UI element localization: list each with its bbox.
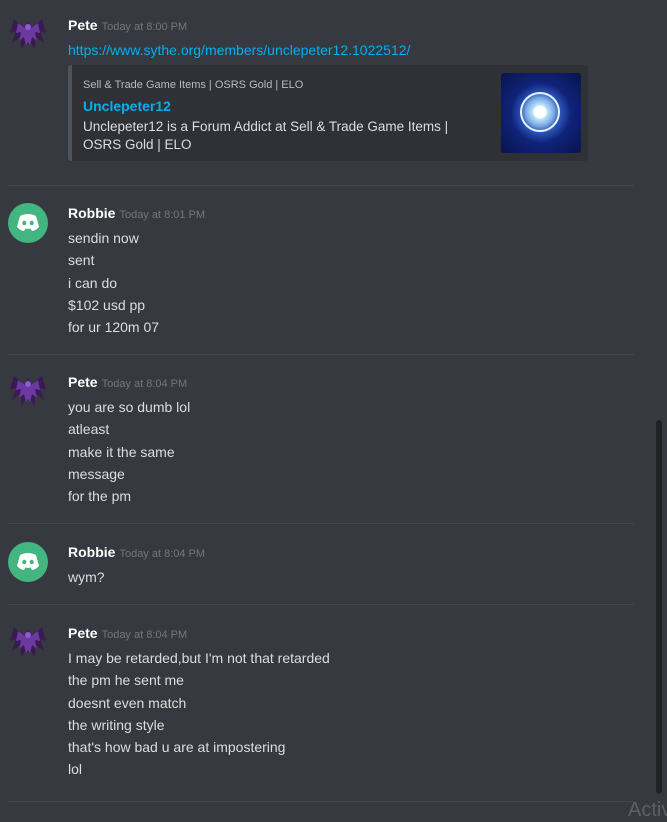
- message-header: Pete Today at 8:04 PM: [68, 374, 187, 392]
- embed-description: Unclepeter12 is a Forum Addict at Sell &…: [83, 119, 449, 152]
- message-group: Robbie Today at 8:04 PM wym?: [0, 542, 636, 594]
- message-line: you are so dumb lol: [68, 399, 191, 415]
- message-link[interactable]: https://www.sythe.org/members/unclepeter…: [68, 39, 410, 61]
- message-group: Pete Today at 8:04 PM I may be retarded,b…: [0, 625, 636, 790]
- message-line: for ur 120m 07: [68, 319, 160, 336]
- message-header: Robbie Today at 8:01 PM: [68, 205, 205, 223]
- message-line: make it the same: [68, 443, 175, 460]
- message-content: you are so dumb lol atleast make it the …: [68, 396, 190, 507]
- message-header: Pete Today at 8:00 PM: [68, 17, 187, 35]
- message-line: i can do: [68, 274, 118, 291]
- message-line: atleast: [68, 421, 110, 438]
- timestamp: Today at 8:04 PM: [119, 548, 206, 560]
- message-line: the pm he sent me: [68, 672, 184, 689]
- message-line: message: [68, 465, 125, 482]
- forum-badge-icon[interactable]: [501, 73, 581, 153]
- message-header: Robbie Today at 8:04 PM: [68, 544, 205, 562]
- message-line: for the pm: [68, 488, 132, 505]
- divider: [8, 523, 634, 524]
- message-line: the writing style: [68, 716, 165, 733]
- scrollbar-thumb[interactable]: [656, 420, 662, 794]
- divider: [8, 185, 634, 186]
- username[interactable]: Robbie: [68, 544, 115, 560]
- message-group: Pete Today at 8:00 PM https://www.sythe.o…: [0, 17, 636, 167]
- pete-winged-avatar-icon[interactable]: [8, 372, 48, 412]
- username[interactable]: Pete: [68, 374, 98, 390]
- activation-watermark: Activ: [628, 799, 667, 821]
- discord-default-avatar-icon[interactable]: [8, 542, 48, 582]
- username[interactable]: Pete: [68, 625, 98, 641]
- message-line: sendin now: [68, 230, 139, 246]
- timestamp: Today at 8:04 PM: [101, 378, 188, 390]
- embed-title-link[interactable]: Unclepeter12: [83, 98, 171, 114]
- divider: [8, 801, 634, 802]
- pete-winged-avatar-icon[interactable]: [8, 15, 48, 55]
- message-line: I may be retarded,but I'm not that retar…: [68, 650, 330, 666]
- timestamp: Today at 8:00 PM: [101, 21, 188, 33]
- message-group: Pete Today at 8:04 PM you are so dumb lol…: [0, 374, 636, 514]
- message-content: https://www.sythe.org/members/unclepeter…: [68, 39, 410, 61]
- pete-winged-avatar-icon[interactable]: [8, 623, 48, 663]
- message-line: that's how bad u are at impostering: [68, 739, 286, 756]
- message-content: sendin now sent i can do $102 usd pp for…: [68, 227, 159, 338]
- discord-default-avatar-icon[interactable]: [8, 203, 48, 243]
- message-line: sent: [68, 252, 95, 269]
- username[interactable]: Pete: [68, 17, 98, 33]
- timestamp: Today at 8:01 PM: [119, 209, 206, 221]
- embed-provider: Sell & Trade Game Items | OSRS Gold | EL…: [83, 79, 304, 91]
- message-line: doesnt even match: [68, 694, 187, 711]
- message-line: lol: [68, 761, 83, 778]
- timestamp: Today at 8:04 PM: [101, 629, 188, 641]
- message-content: I may be retarded,but I'm not that retar…: [68, 647, 330, 781]
- message-line: wym?: [68, 569, 105, 585]
- message-line: $102 usd pp: [68, 296, 146, 313]
- message-content: wym?: [68, 566, 105, 588]
- link-embed: Sell & Trade Game Items | OSRS Gold | EL…: [68, 65, 588, 161]
- divider: [8, 354, 634, 355]
- message-header: Pete Today at 8:04 PM: [68, 625, 187, 643]
- divider: [8, 604, 634, 605]
- message-group: Robbie Today at 8:01 PM sendin now sent i…: [0, 203, 636, 345]
- username[interactable]: Robbie: [68, 205, 115, 221]
